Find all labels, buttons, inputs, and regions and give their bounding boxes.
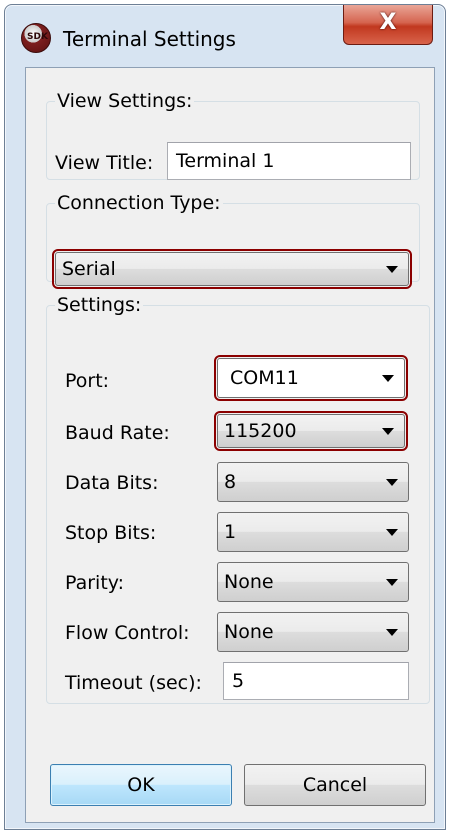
flow-control-value: None <box>224 621 274 643</box>
ok-button[interactable]: OK <box>50 764 232 806</box>
parity-select[interactable]: None <box>217 562 409 602</box>
data-bits-select[interactable]: 8 <box>217 462 409 502</box>
cancel-button[interactable]: Cancel <box>244 764 426 806</box>
flow-control-select[interactable]: None <box>217 612 409 652</box>
dropdown-arrow-icon <box>386 629 398 636</box>
window-title: Terminal Settings <box>63 27 236 51</box>
view-settings-group: View Settings: View Title: Terminal 1 <box>46 90 420 180</box>
dropdown-arrow-icon <box>386 529 398 536</box>
connection-type-select[interactable]: Serial <box>52 249 412 289</box>
data-bits-value: 8 <box>224 471 237 493</box>
port-label: Port: <box>65 370 110 392</box>
flow-control-label: Flow Control: <box>65 622 190 644</box>
terminal-settings-window: Terminal Settings X View Settings: View … <box>4 4 446 830</box>
connection-type-group: Connection Type: Serial <box>46 192 420 289</box>
stop-bits-select[interactable]: 1 <box>217 512 409 552</box>
connection-type-value: Serial <box>62 258 116 280</box>
dropdown-arrow-icon <box>386 479 398 486</box>
port-value: COM11 <box>230 367 299 389</box>
port-select[interactable]: COM11 <box>214 355 408 401</box>
baud-rate-select[interactable]: 115200 <box>214 411 408 451</box>
baud-rate-value: 115200 <box>224 420 297 442</box>
timeout-input[interactable]: 5 <box>223 662 409 700</box>
dropdown-arrow-icon <box>386 579 398 586</box>
timeout-label: Timeout (sec): <box>65 672 202 694</box>
dropdown-arrow-icon <box>386 266 398 273</box>
settings-legend: Settings: <box>57 294 142 316</box>
view-title-input[interactable]: Terminal 1 <box>167 142 411 180</box>
dropdown-arrow-icon <box>382 375 394 382</box>
close-icon: X <box>379 10 397 35</box>
data-bits-label: Data Bits: <box>65 472 159 494</box>
sdk-app-icon <box>21 23 51 53</box>
stop-bits-value: 1 <box>224 521 237 543</box>
baud-rate-label: Baud Rate: <box>65 422 170 444</box>
title-bar[interactable]: Terminal Settings X <box>5 5 445 67</box>
view-settings-legend: View Settings: <box>57 90 193 112</box>
serial-settings-group: Settings: Port: COM11 Baud Rate: 115200 … <box>46 294 430 704</box>
connection-type-legend: Connection Type: <box>57 192 221 214</box>
view-title-label: View Title: <box>55 152 154 174</box>
parity-label: Parity: <box>65 572 125 594</box>
dialog-body: View Settings: View Title: Terminal 1 Co… <box>25 67 435 823</box>
stop-bits-label: Stop Bits: <box>65 522 157 544</box>
close-button[interactable]: X <box>343 5 433 45</box>
parity-value: None <box>224 571 274 593</box>
dropdown-arrow-icon <box>382 428 394 435</box>
